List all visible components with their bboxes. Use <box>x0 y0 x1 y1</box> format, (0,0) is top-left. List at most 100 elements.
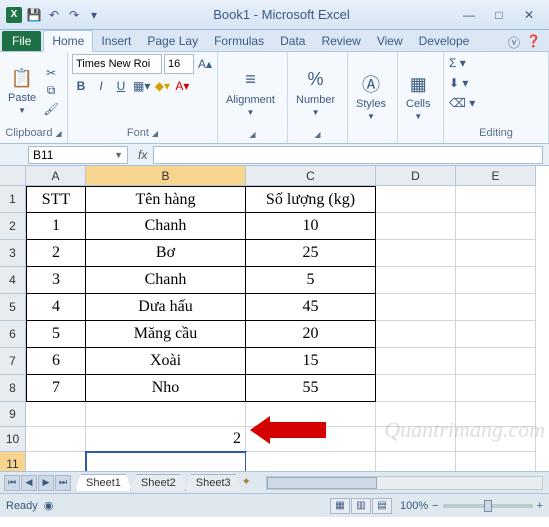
zoom-level[interactable]: 100% <box>400 500 428 512</box>
cell-E10[interactable] <box>456 427 536 452</box>
cell-B7[interactable]: Xoài <box>86 348 246 375</box>
cell-E5[interactable] <box>456 294 536 321</box>
cell-D11[interactable] <box>376 452 456 471</box>
italic-button[interactable]: I <box>92 77 110 95</box>
row-header-5[interactable]: 5 <box>0 294 26 321</box>
cell-B10[interactable]: 2 <box>86 427 246 452</box>
clipboard-launcher-icon[interactable]: ◢ <box>55 129 61 138</box>
cell-B1[interactable]: Tên hàng <box>86 186 246 213</box>
cell-E8[interactable] <box>456 375 536 402</box>
row-header-6[interactable]: 6 <box>0 321 26 348</box>
cell-A5[interactable]: 4 <box>26 294 86 321</box>
column-headers[interactable]: ABCDE <box>26 166 536 186</box>
cell-D7[interactable] <box>376 348 456 375</box>
cell-B9[interactable] <box>86 402 246 427</box>
cell-E9[interactable] <box>456 402 536 427</box>
row-header-2[interactable]: 2 <box>0 213 26 240</box>
cell-A9[interactable] <box>26 402 86 427</box>
cell-A4[interactable]: 3 <box>26 267 86 294</box>
cell-E11[interactable] <box>456 452 536 471</box>
font-size-input[interactable] <box>164 54 194 74</box>
format-painter-icon[interactable]: 🖌 <box>43 101 59 117</box>
ribbon-minimize-icon[interactable]: ⓥ <box>508 34 520 51</box>
row-headers[interactable]: 1234567891011 <box>0 186 26 471</box>
cell-A3[interactable]: 2 <box>26 240 86 267</box>
cell-A6[interactable]: 5 <box>26 321 86 348</box>
styles-button[interactable]: ⒶStyles▼ <box>352 70 390 123</box>
row-header-11[interactable]: 11 <box>0 452 26 471</box>
clear-button[interactable]: ⌫ ▾ <box>448 94 476 112</box>
undo-icon[interactable]: ↶ <box>46 7 62 23</box>
cell-D3[interactable] <box>376 240 456 267</box>
tab-review[interactable]: Review <box>313 31 368 51</box>
cut-icon[interactable]: ✂ <box>43 65 59 81</box>
cell-A7[interactable]: 6 <box>26 348 86 375</box>
copy-icon[interactable]: ⧉ <box>43 83 59 99</box>
cell-C8[interactable]: 55 <box>246 375 376 402</box>
autosum-button[interactable]: Σ ▾ <box>448 54 467 72</box>
qat-customize-icon[interactable]: ▾ <box>86 7 102 23</box>
cell-B5[interactable]: Dưa hấu <box>86 294 246 321</box>
fill-color-button[interactable]: ◆▾ <box>153 77 171 95</box>
border-button[interactable]: ▦▾ <box>132 77 151 95</box>
redo-icon[interactable]: ↷ <box>66 7 82 23</box>
zoom-in-button[interactable]: + <box>537 500 543 512</box>
formula-input[interactable] <box>153 146 543 164</box>
alignment-launcher-icon[interactable]: ◢ <box>249 130 255 139</box>
minimize-button[interactable]: — <box>455 6 483 24</box>
close-button[interactable]: ✕ <box>515 6 543 24</box>
number-button[interactable]: %Number▼ <box>292 66 339 119</box>
cell-E2[interactable] <box>456 213 536 240</box>
cell-A11[interactable] <box>26 452 86 471</box>
row-header-8[interactable]: 8 <box>0 375 26 402</box>
paste-button[interactable]: 📋 Paste ▼ <box>4 64 40 117</box>
underline-button[interactable]: U <box>112 77 130 95</box>
col-header-C[interactable]: C <box>246 166 376 186</box>
cell-A1[interactable]: STT <box>26 186 86 213</box>
cell-B8[interactable]: Nho <box>86 375 246 402</box>
font-color-button[interactable]: A▾ <box>173 77 191 95</box>
cell-B2[interactable]: Chanh <box>86 213 246 240</box>
row-header-1[interactable]: 1 <box>0 186 26 213</box>
sheet-next-icon[interactable]: ▶ <box>38 475 54 491</box>
cell-C11[interactable] <box>246 452 376 471</box>
bold-button[interactable]: B <box>72 77 90 95</box>
cell-A10[interactable] <box>26 427 86 452</box>
sheet-prev-icon[interactable]: ◀ <box>21 475 37 491</box>
horizontal-scrollbar[interactable] <box>266 476 543 490</box>
row-header-10[interactable]: 10 <box>0 427 26 452</box>
col-header-D[interactable]: D <box>376 166 456 186</box>
tab-data[interactable]: Data <box>272 31 313 51</box>
zoom-out-button[interactable]: − <box>432 500 438 512</box>
cells-button[interactable]: ▦Cells▼ <box>402 70 434 123</box>
cell-B6[interactable]: Măng cầu <box>86 321 246 348</box>
cell-D8[interactable] <box>376 375 456 402</box>
tab-view[interactable]: View <box>369 31 411 51</box>
font-name-input[interactable] <box>72 54 162 74</box>
cell-D4[interactable] <box>376 267 456 294</box>
page-layout-view-icon[interactable]: ▥ <box>351 498 371 514</box>
help-icon[interactable]: ❓ <box>526 34 541 51</box>
tab-developer[interactable]: Develope <box>411 31 478 51</box>
col-header-A[interactable]: A <box>26 166 86 186</box>
fx-icon[interactable]: fx <box>132 148 153 162</box>
page-break-view-icon[interactable]: ▤ <box>372 498 392 514</box>
sheet-tab-1[interactable]: Sheet1 <box>75 474 132 491</box>
cell-B3[interactable]: Bơ <box>86 240 246 267</box>
name-box[interactable]: B11 ▼ <box>28 146 128 164</box>
cell-E7[interactable] <box>456 348 536 375</box>
new-sheet-icon[interactable]: ✦ <box>242 475 260 491</box>
cell-C7[interactable]: 15 <box>246 348 376 375</box>
save-icon[interactable]: 💾 <box>26 7 42 23</box>
cell-D2[interactable] <box>376 213 456 240</box>
sheet-first-icon[interactable]: ⏮ <box>4 475 20 491</box>
cell-D9[interactable] <box>376 402 456 427</box>
cell-D1[interactable] <box>376 186 456 213</box>
cell-B11[interactable] <box>86 452 246 471</box>
cell-C3[interactable]: 25 <box>246 240 376 267</box>
tab-insert[interactable]: Insert <box>93 31 139 51</box>
cell-E6[interactable] <box>456 321 536 348</box>
fill-button[interactable]: ⬇ ▾ <box>448 74 469 92</box>
normal-view-icon[interactable]: ▦ <box>330 498 350 514</box>
tab-page-layout[interactable]: Page Lay <box>139 31 206 51</box>
